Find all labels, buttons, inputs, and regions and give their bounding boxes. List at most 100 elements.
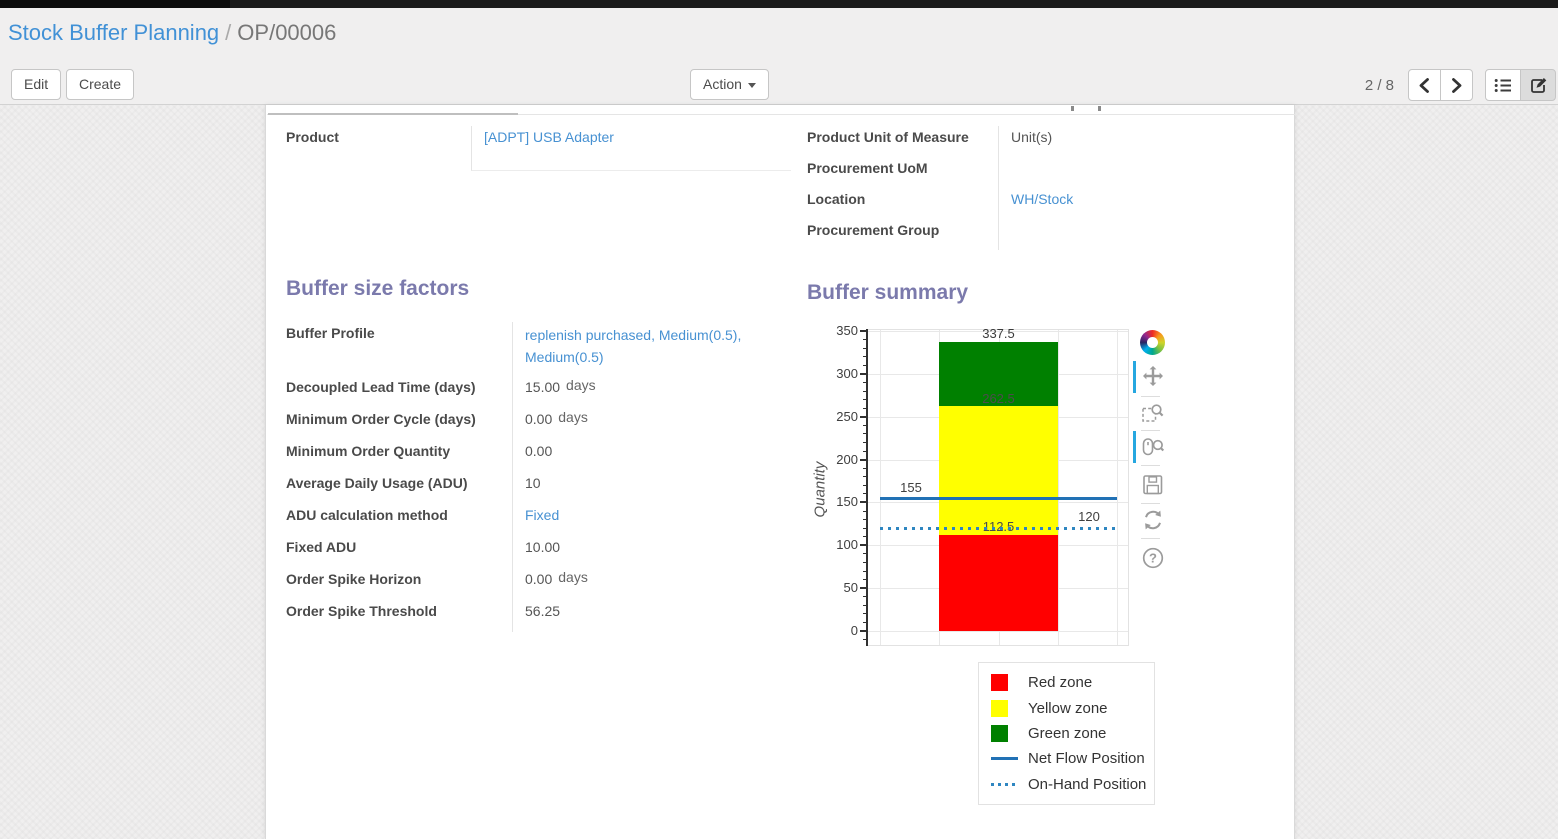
y-minor-tick (863, 339, 867, 340)
create-button[interactable]: Create (66, 69, 134, 100)
y-minor-tick (863, 476, 867, 477)
action-dropdown-button[interactable]: Action (690, 69, 769, 100)
y-major-tick (860, 544, 867, 546)
bokeh-logo-icon[interactable] (1140, 330, 1165, 355)
product-row: Product [ADPT] USB Adapter (286, 126, 791, 171)
net-flow-line (880, 497, 1117, 500)
y-minor-tick (863, 451, 867, 452)
wheel-zoom-tool-button[interactable] (1141, 435, 1165, 459)
y-minor-tick (863, 622, 867, 623)
y-major-tick (860, 459, 867, 461)
field-text: Unit(s) (1011, 129, 1052, 145)
y-minor-tick (863, 596, 867, 597)
chart-toolbar: ? (1133, 326, 1169, 671)
cut-row-text-fragment (1071, 106, 1074, 111)
y-tick-label: 300 (814, 366, 858, 381)
form-view-icon (1529, 76, 1548, 94)
field-text: 56.25 (525, 603, 560, 619)
field-value: replenish purchased, Medium(0.5), Medium… (512, 322, 811, 376)
control-panel: Edit Create Action 2 / 8 (0, 66, 1558, 105)
y-tick-label: 350 (814, 323, 858, 338)
pager-next-button[interactable] (1440, 69, 1473, 101)
factor-row: Minimum Order Cycle (days)0.00days (286, 408, 811, 440)
reset-icon (1141, 508, 1165, 532)
y-minor-tick (863, 493, 867, 494)
edit-button[interactable]: Edit (11, 69, 61, 100)
reset-view-button[interactable] (1141, 508, 1165, 532)
help-button[interactable]: ? (1141, 546, 1165, 570)
zone-value-label: 262.5 (958, 391, 1039, 406)
field-value: 0.00days (512, 568, 811, 600)
field-label: Location (807, 188, 998, 219)
field-text: 0.00 (525, 411, 552, 427)
y-minor-tick (863, 408, 867, 409)
v-gridline (880, 330, 881, 645)
list-view-icon (1494, 77, 1512, 94)
cut-row-divider-dark (268, 113, 518, 115)
y-minor-tick (863, 399, 867, 400)
factor-row: ADU calculation methodFixed (286, 504, 811, 536)
help-icon: ? (1141, 546, 1165, 570)
field-link[interactable]: replenish purchased, Medium(0.5), Medium… (525, 325, 780, 368)
field-link[interactable]: Fixed (525, 507, 559, 523)
buffer-summary-chart[interactable]: Quantity 112.5262.5337.51551200501001502… (806, 325, 1176, 660)
net-flow-label: 155 (889, 480, 933, 495)
field-value: 15.00 days (512, 376, 811, 408)
y-minor-tick (863, 605, 867, 606)
factor-row: Buffer Profile replenish purchased, Mediu… (286, 322, 811, 376)
field-value: 10 (512, 472, 811, 504)
field-value: 10.00 (512, 536, 811, 568)
legend-item-net-flow-position: Net Flow Position (991, 747, 1154, 771)
legend-swatch-square (991, 674, 1008, 691)
legend-swatch-dotted (991, 783, 1018, 786)
y-minor-tick (863, 613, 867, 614)
breadcrumb: Stock Buffer Planning/OP/00006 (0, 8, 1558, 66)
save-plot-button[interactable] (1141, 473, 1165, 497)
y-tick-label: 50 (814, 580, 858, 595)
y-tick-label: 0 (814, 623, 858, 638)
y-minor-tick (863, 485, 867, 486)
field-value: 56.25 (512, 600, 811, 632)
view-switcher (1485, 69, 1556, 101)
top-menu-bar-segment (0, 0, 230, 8)
main-content-area: Product[ADPT] USB Adapter Product Unit o… (0, 105, 1558, 839)
box-zoom-icon (1141, 401, 1165, 425)
field-suffix: days (566, 377, 596, 393)
legend-item-yellow-zone: Yellow zone (991, 696, 1154, 720)
buffer-summary-title: Buffer summary (807, 281, 968, 305)
field-label: Fixed ADU (286, 536, 512, 568)
action-label: Action (703, 76, 742, 92)
field-link[interactable]: WH/Stock (1011, 191, 1073, 207)
toolbar-divider (1141, 503, 1160, 504)
pan-tool-button[interactable] (1141, 365, 1165, 389)
y-major-tick (860, 630, 867, 632)
breadcrumb-parent-link[interactable]: Stock Buffer Planning (8, 20, 219, 45)
y-tick-label: 250 (814, 409, 858, 424)
list-view-button[interactable] (1485, 69, 1521, 101)
field-value: [ADPT] USB Adapter (471, 126, 791, 171)
y-tick-label: 150 (814, 494, 858, 509)
y-minor-tick (863, 365, 867, 366)
field-label: Order Spike Horizon (286, 568, 512, 600)
y-tick-label: 200 (814, 452, 858, 467)
legend-swatch-line (991, 757, 1018, 760)
y-minor-tick (863, 528, 867, 529)
y-minor-tick (863, 579, 867, 580)
y-minor-tick (863, 536, 867, 537)
y-axis-line (866, 329, 868, 646)
y-minor-tick (863, 571, 867, 572)
y-minor-tick (863, 562, 867, 563)
field-text: 10.00 (525, 539, 560, 555)
field-link[interactable]: [ADPT] USB Adapter (484, 129, 614, 145)
form-view-button[interactable] (1520, 69, 1556, 101)
chart-y-axis-label: Quantity (812, 430, 829, 550)
box-zoom-tool-button[interactable] (1141, 401, 1165, 425)
field-label: Buffer Profile (286, 322, 512, 376)
zone-red-zone (939, 535, 1058, 631)
pager-previous-button[interactable] (1408, 69, 1441, 101)
field-text: 15.00 (525, 379, 560, 395)
y-major-tick (860, 330, 867, 332)
y-minor-tick (863, 348, 867, 349)
field-label: Product (286, 126, 471, 171)
field-label: Decoupled Lead Time (days) (286, 376, 512, 408)
